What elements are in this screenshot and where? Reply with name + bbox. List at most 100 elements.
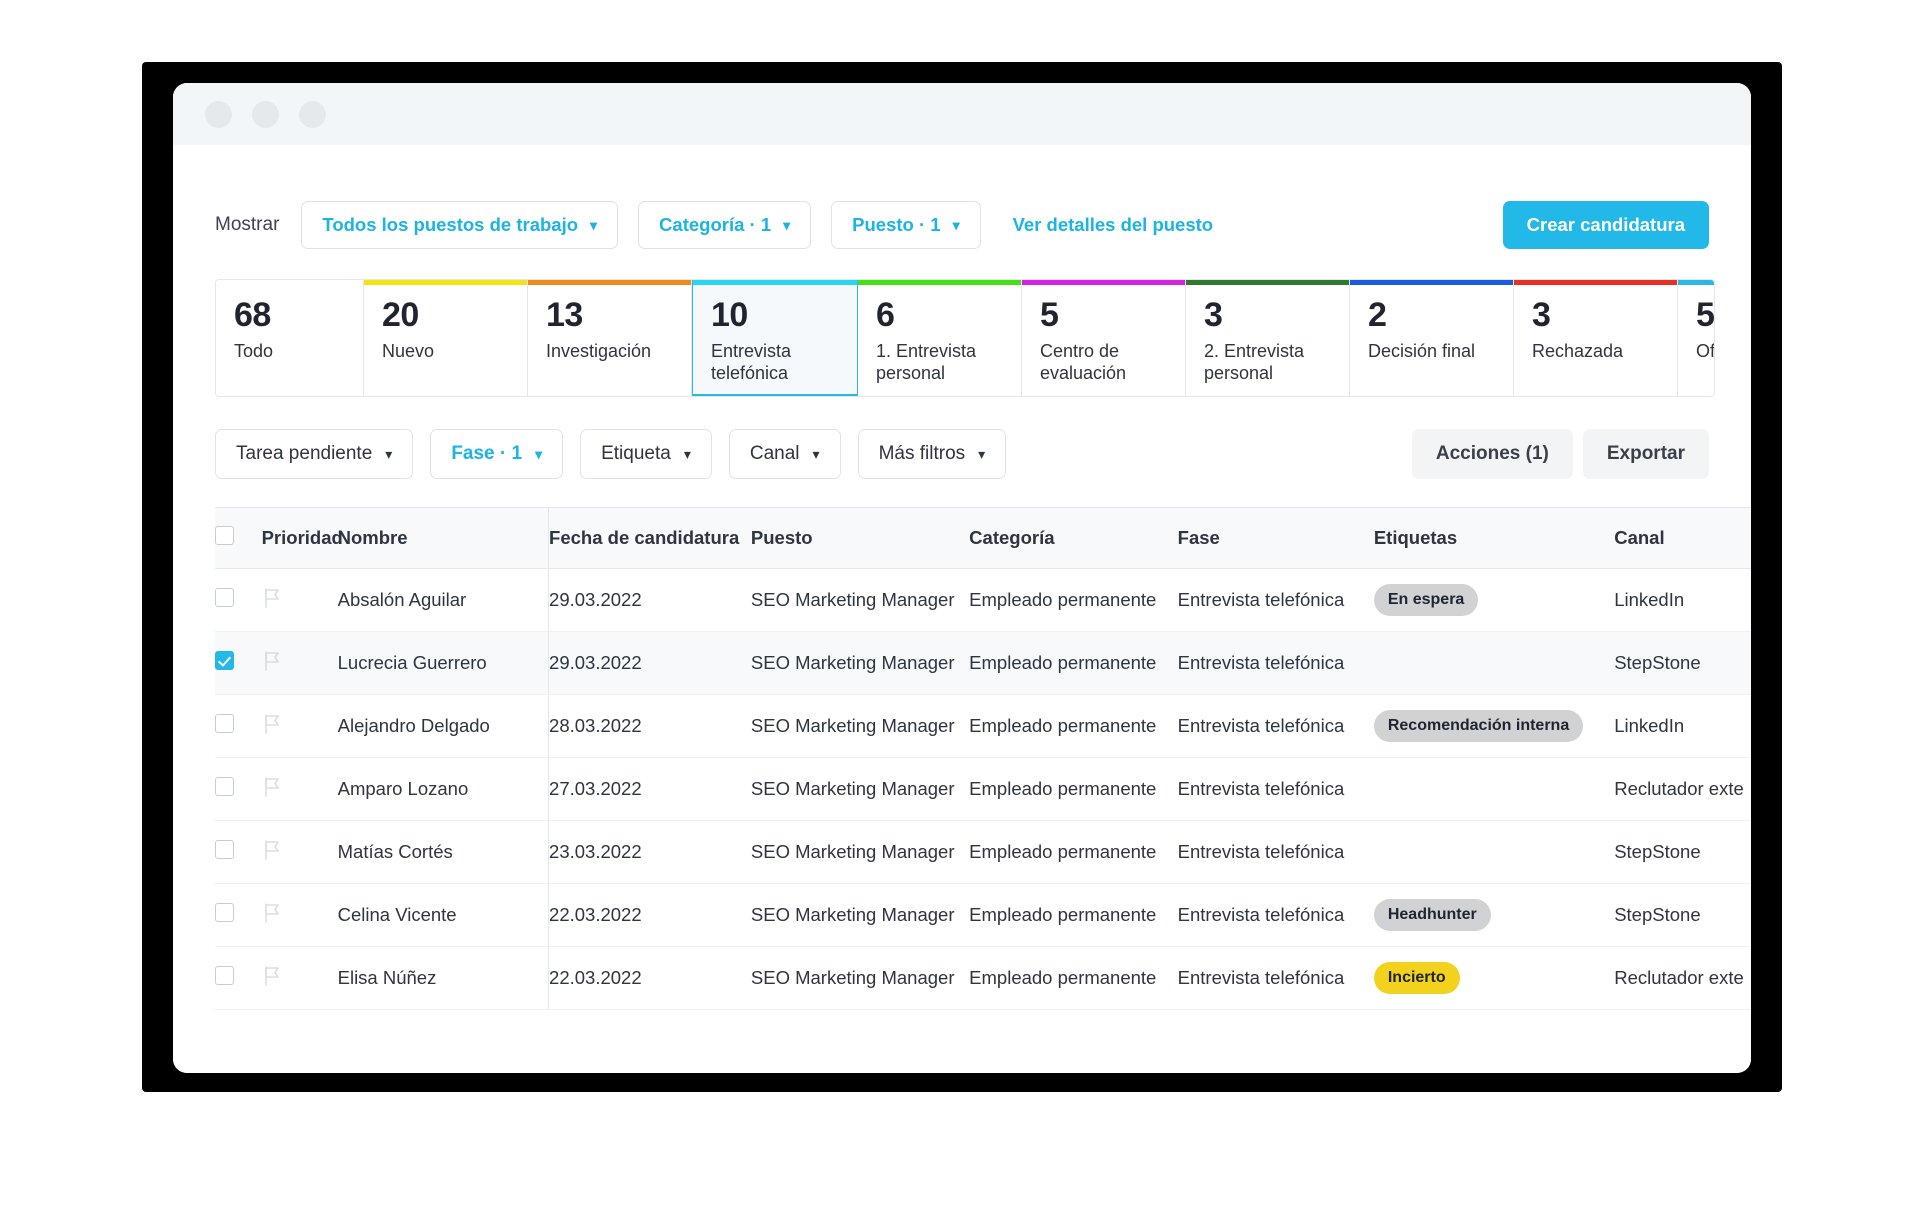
column-header-category[interactable]: Categoría [969,507,1178,569]
stage-card-0[interactable]: 68 Todo [216,280,364,396]
row-select-cell [215,631,262,695]
column-header-channel[interactable]: Canal [1614,507,1751,569]
stage-card-6[interactable]: 3 2. Entrevista personal [1186,280,1350,396]
table-row[interactable]: Elisa Núñez 22.03.2022 SEO Marketing Manag… [215,946,1751,1010]
stage-card-5[interactable]: 5 Centro de evaluación [1022,280,1186,396]
chevron-down-icon: ▾ [952,216,960,233]
flag-icon[interactable] [262,650,282,677]
table-row[interactable]: Lucrecia Guerrero 29.03.2022 SEO Marketing… [215,631,1751,695]
stage-color-bar [364,280,527,285]
stage-card-7[interactable]: 2 Decisión final [1350,280,1514,396]
status-badge: Incierto [1373,962,1460,994]
export-button[interactable]: Exportar [1582,429,1709,479]
row-date: 22.03.2022 [548,946,751,1010]
stage-color-bar [1186,280,1349,285]
row-select-cell [215,883,262,947]
row-select-checkbox[interactable] [215,651,234,670]
stage-label: Entrevista telefónica [711,340,792,384]
column-header-date[interactable]: Fecha de candidatura [548,507,751,569]
window-close-icon[interactable] [205,100,232,128]
column-header-phase[interactable]: Fase [1177,507,1374,569]
row-tags-cell [1373,757,1615,821]
row-channel: StepStone [1614,631,1751,695]
table-row[interactable]: Celina Vicente 22.03.2022 SEO Marketing Ma… [215,883,1751,947]
row-select-checkbox[interactable] [215,903,234,922]
filter-channel[interactable]: Canal ▾ [728,429,841,479]
flag-icon[interactable] [262,713,282,740]
column-header-priority[interactable]: Prioridad [261,507,343,569]
row-name: Celina Vicente [337,883,550,947]
flag-icon[interactable] [262,776,282,803]
stage-card-2[interactable]: 13 Investigación [528,280,692,396]
row-phase: Entrevista telefónica [1177,883,1374,947]
chevron-down-icon: ▾ [535,445,543,462]
stage-label: 1. Entrevista personal [876,340,977,384]
status-badge: Recomendación interna [1373,710,1584,742]
chevron-down-icon: ▾ [978,445,986,462]
row-tags-cell: Incierto [1373,946,1615,1010]
row-category: Empleado permanente [969,820,1178,884]
filter-all-jobs-label: Todos los puestos de trabajo [322,214,579,235]
row-select-checkbox[interactable] [215,714,234,733]
filter-position[interactable]: Puesto · 1 ▾ [831,201,981,249]
row-priority-cell [261,694,338,758]
table-row[interactable]: Matías Cortés 23.03.2022 SEO Marketing Man… [215,820,1751,884]
stage-count: 20 [382,296,419,334]
window-maximize-icon[interactable] [299,100,326,128]
row-select-checkbox[interactable] [215,777,234,796]
window-minimize-icon[interactable] [252,100,279,128]
row-position: SEO Marketing Manager [750,820,970,884]
row-select-checkbox[interactable] [215,840,234,859]
filter-pending-task[interactable]: Tarea pendiente ▾ [215,429,414,479]
row-channel: StepStone [1614,820,1751,884]
row-select-checkbox[interactable] [215,588,234,607]
table-row[interactable]: Alejandro Delgado 28.03.2022 SEO Marketing… [215,694,1751,758]
select-all-checkbox[interactable] [215,526,234,545]
flag-icon[interactable] [262,587,282,614]
stage-card-4[interactable]: 6 1. Entrevista personal [858,280,1022,396]
filter-category[interactable]: Categoría · 1 ▾ [638,201,812,249]
filter-tag-label: Etiqueta [601,443,671,464]
row-name: Elisa Núñez [337,946,550,1010]
filter-more[interactable]: Más filtros ▾ [857,429,1007,479]
column-header-name[interactable]: Nombre [337,507,550,569]
filter-phase[interactable]: Fase · 1 ▾ [430,429,564,479]
row-category: Empleado permanente [969,757,1178,821]
row-select-checkbox[interactable] [215,966,234,985]
create-application-button[interactable]: Crear candidatura [1502,201,1709,249]
filter-tag[interactable]: Etiqueta ▾ [580,429,712,479]
view-job-details-link[interactable]: Ver detalles del puesto [1013,214,1214,236]
stage-card-1[interactable]: 20 Nuevo [364,280,528,396]
row-category: Empleado permanente [969,694,1178,758]
filter-position-label: Puesto · 1 [852,214,941,235]
flag-icon[interactable] [262,902,282,929]
filter-all-jobs[interactable]: Todos los puestos de trabajo ▾ [301,201,619,249]
row-priority-cell [261,946,338,1010]
stage-count: 10 [711,296,748,334]
actions-button[interactable]: Acciones (1) [1411,429,1573,479]
stage-count: 6 [876,296,895,334]
table-actions-group: Acciones (1) Exportar [1411,429,1709,479]
flag-icon[interactable] [262,839,282,866]
row-tags-cell: En espera [1373,568,1615,632]
row-phase: Entrevista telefónica [1177,946,1374,1010]
row-select-cell [215,757,262,821]
chevron-down-icon: ▾ [783,216,791,233]
stage-label: Nuevo [382,340,435,361]
stage-card-8[interactable]: 3 Rechazada [1514,280,1678,396]
row-phase: Entrevista telefónica [1177,757,1374,821]
flag-icon[interactable] [262,965,282,992]
stage-label: Investigación [546,340,652,361]
stage-card-3[interactable]: 10 Entrevista telefónica [692,280,858,396]
stage-label: 2. Entrevista personal [1204,340,1305,384]
table-row[interactable]: Absalón Aguilar 29.03.2022 SEO Marketing M… [215,568,1751,632]
column-header-position[interactable]: Puesto [750,507,970,569]
row-category: Empleado permanente [969,631,1178,695]
stage-card-9[interactable]: 5 Ofe [1678,280,1714,396]
chevron-down-icon: ▾ [385,445,393,462]
column-header-tags[interactable]: Etiquetas [1373,507,1615,569]
stage-color-bar [1514,280,1677,285]
table-row[interactable]: Amparo Lozano 27.03.2022 SEO Marketing Man… [215,757,1751,821]
select-all-header [215,507,262,569]
stage-label: Todo [234,340,274,361]
